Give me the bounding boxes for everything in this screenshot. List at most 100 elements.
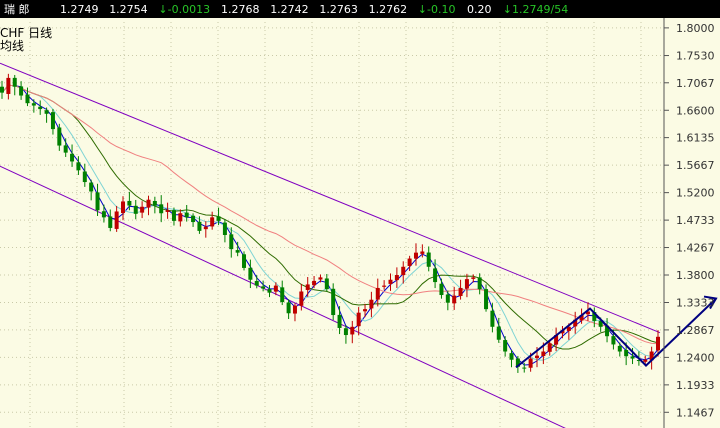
candle-body-47 <box>299 291 304 306</box>
candle-body-11 <box>70 153 75 162</box>
candle-body-46 <box>292 305 297 314</box>
candle-body-62 <box>394 275 399 281</box>
candle-body-76 <box>484 289 489 310</box>
candle-body-82 <box>522 367 527 369</box>
candle-body-85 <box>541 351 546 357</box>
candle-body-69 <box>439 283 444 296</box>
candle-body-4 <box>25 94 30 104</box>
ytick-label-14: 1.1467 <box>676 406 715 419</box>
candle-body-72 <box>458 287 463 296</box>
candle-body-17 <box>108 216 113 228</box>
candle-body-29 <box>184 212 189 218</box>
candle-body-61 <box>388 279 393 284</box>
ytick-label-6: 1.5200 <box>676 187 715 200</box>
candle-body-79 <box>503 340 508 352</box>
candle-body-54 <box>343 328 348 336</box>
candle-body-45 <box>286 302 291 314</box>
candle-body-6 <box>38 106 43 110</box>
candle-body-38 <box>242 254 247 268</box>
candle-body-48 <box>305 284 310 290</box>
candle-body-7 <box>44 110 49 114</box>
candle-body-34 <box>216 216 221 221</box>
candle-body-71 <box>452 295 457 304</box>
candle-body-84 <box>534 355 539 359</box>
quote-field-7: ↓-0.10 <box>418 3 456 16</box>
candle-body-42 <box>267 289 272 293</box>
candle-body-49 <box>312 280 317 286</box>
indicator-label: 均线 <box>0 39 24 53</box>
candle-body-74 <box>471 277 476 279</box>
candle-body-21 <box>133 205 138 214</box>
candle-body-78 <box>496 326 501 340</box>
ytick-label-12: 1.2400 <box>676 351 715 364</box>
candle-body-10 <box>63 145 68 153</box>
candle-body-36 <box>229 234 234 250</box>
candle-body-68 <box>433 268 438 283</box>
ytick-label-7: 1.4733 <box>676 214 715 227</box>
candle-body-96 <box>611 336 616 345</box>
ytick-label-0: 1.8000 <box>676 22 715 35</box>
candle-body-31 <box>197 221 202 231</box>
candle-body-66 <box>420 251 425 254</box>
candle-body-73 <box>464 279 469 289</box>
ytick-label-1: 1.7530 <box>676 50 715 63</box>
candle-body-65 <box>413 252 418 259</box>
quote-field-4: 1.2742 <box>270 3 309 16</box>
ytick-label-13: 1.1933 <box>676 379 715 392</box>
candle-body-1 <box>6 77 11 94</box>
candle-body-39 <box>248 267 253 280</box>
header-bar <box>0 0 720 18</box>
symbol-period-label: CHF 日线 <box>0 26 52 40</box>
candle-body-16 <box>101 211 106 218</box>
candle-body-41 <box>261 286 266 289</box>
candle-body-37 <box>235 250 240 253</box>
candle-body-98 <box>624 350 629 357</box>
candle-body-23 <box>146 199 151 208</box>
candle-body-5 <box>31 103 36 106</box>
quote-field-6: 1.2762 <box>369 3 408 16</box>
candle-body-44 <box>280 287 285 303</box>
candle-body-32 <box>203 226 208 230</box>
candle-body-75 <box>477 277 482 290</box>
candle-body-64 <box>407 258 412 266</box>
candle-body-30 <box>191 215 196 223</box>
chart-canvas: 1.8000 1.7530 1.7067 1.6600 1.6135 1.5667 1.52… <box>0 0 720 428</box>
candle-body-57 <box>363 309 368 312</box>
candle-body-19 <box>121 201 126 214</box>
quote-field-2: ↓-0.0013 <box>158 3 210 16</box>
candle-body-101 <box>643 359 648 362</box>
candle-body-28 <box>178 213 183 222</box>
candle-body-52 <box>331 288 336 316</box>
candle-body-80 <box>509 353 514 360</box>
candle-body-8 <box>50 112 55 130</box>
candle-body-15 <box>95 192 100 211</box>
candle-body-63 <box>401 266 406 276</box>
ytick-label-3: 1.6600 <box>676 104 715 117</box>
candle-body-14 <box>89 182 94 192</box>
candle-body-60 <box>382 285 387 287</box>
candle-body-35 <box>222 222 227 236</box>
candle-body-103 <box>656 336 660 351</box>
candle-body-97 <box>617 345 622 352</box>
candle-body-12 <box>76 162 81 171</box>
candle-body-67 <box>426 252 431 267</box>
candle-body-2 <box>12 77 17 87</box>
candle-body-3 <box>19 86 24 96</box>
candle-body-43 <box>273 285 278 292</box>
candle-body-26 <box>165 210 170 212</box>
candle-body-70 <box>445 294 450 303</box>
candle-body-18 <box>114 211 119 229</box>
candle-body-83 <box>528 358 533 368</box>
candle-body-56 <box>356 312 361 327</box>
candle-body-59 <box>375 287 380 300</box>
candle-body-24 <box>152 200 157 206</box>
candle-body-0 <box>0 86 4 93</box>
candle-body-27 <box>171 210 176 221</box>
candle-body-13 <box>82 171 87 183</box>
candle-body-33 <box>210 217 215 227</box>
forex-chart: 1.8000 1.7530 1.7067 1.6600 1.6135 1.5667 1.52… <box>0 0 720 428</box>
candle-body-58 <box>369 299 374 309</box>
quote-field-1: 1.2754 <box>109 3 148 16</box>
ytick-label-4: 1.6135 <box>676 132 715 145</box>
candle-52 <box>331 283 336 321</box>
